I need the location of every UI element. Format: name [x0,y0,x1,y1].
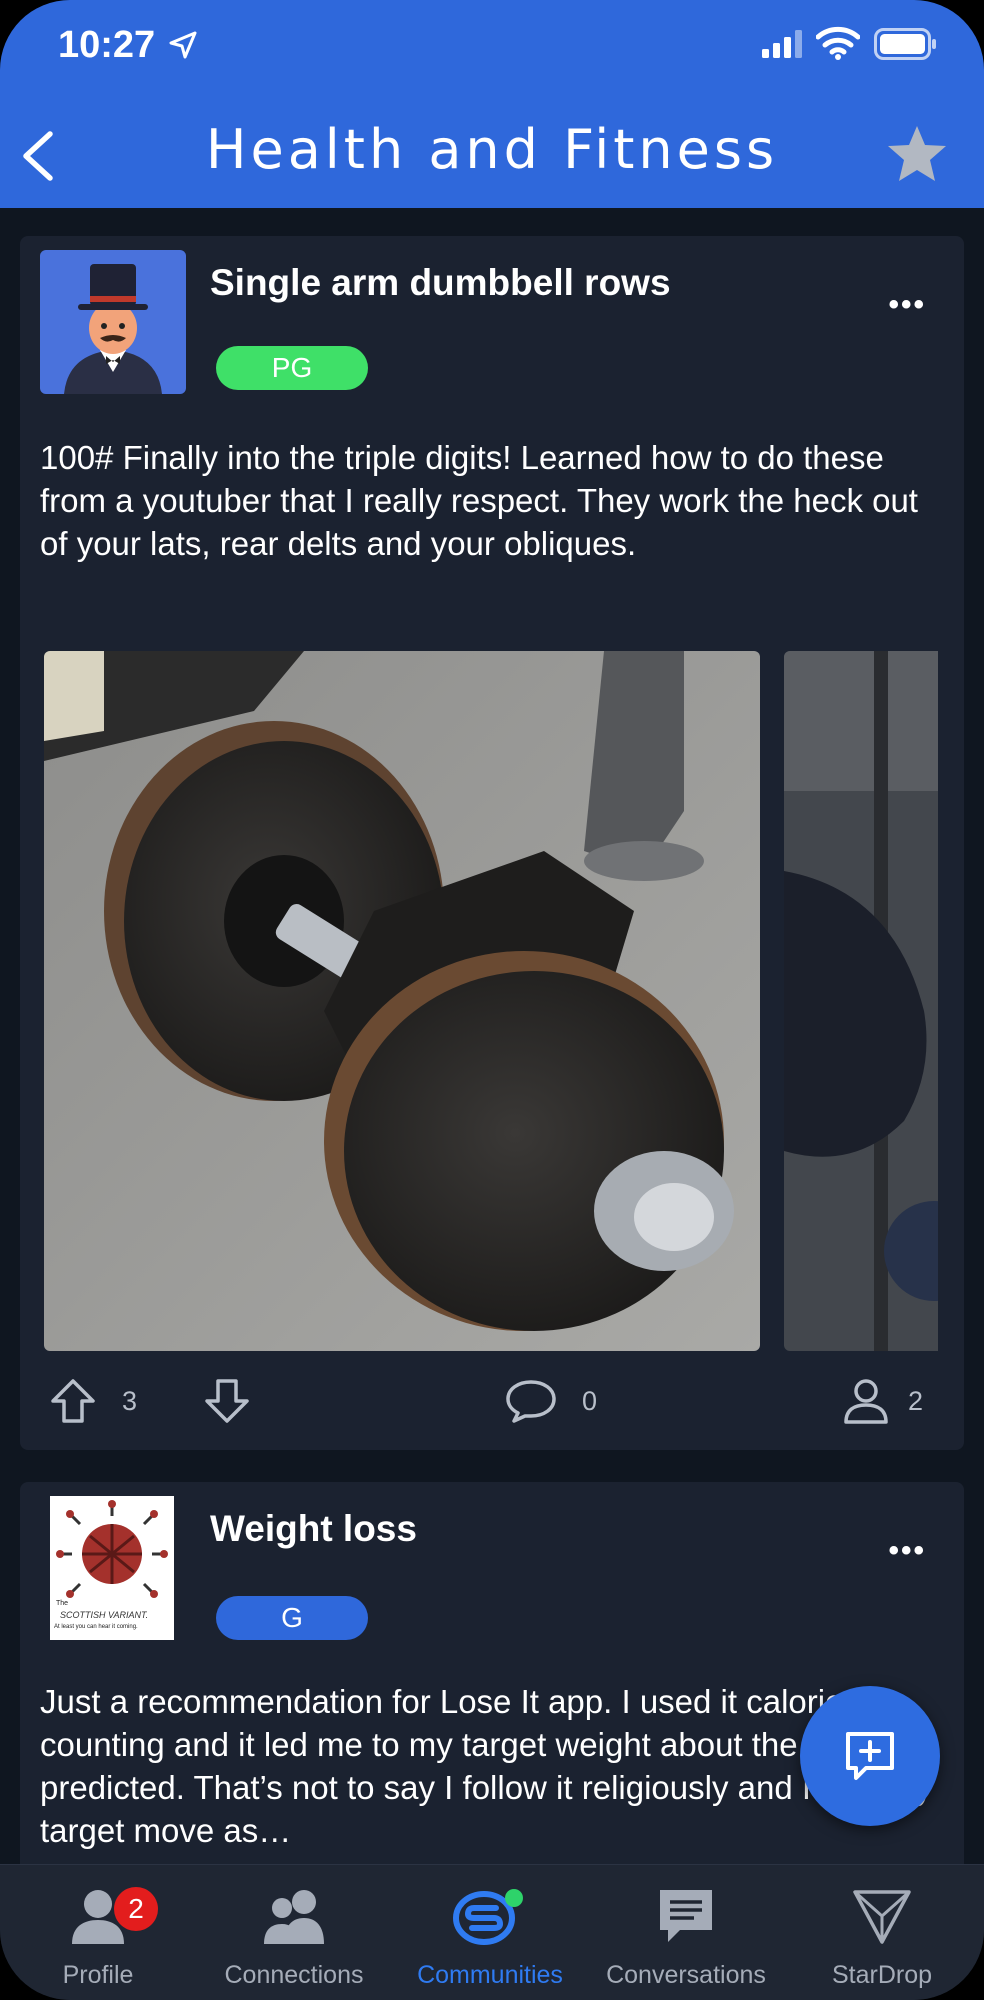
post-image-dumbbell[interactable] [44,651,760,1351]
profile-notification-badge: 2 [114,1887,158,1931]
nav-communities-label: Communities [417,1961,563,1989]
stardrop-icon [853,1890,911,1944]
author-avatar[interactable] [40,250,186,394]
nav-conversations[interactable]: Conversations [588,1883,784,1990]
upvote-arrow-icon[interactable] [50,1378,96,1424]
add-message-icon [846,1732,894,1780]
app-screen: 10:27 Health and Fitness Single arm dumb… [0,0,984,2000]
author-avatar[interactable]: The SCOTTISH VARIANT. At least you can h… [50,1496,174,1640]
new-post-button[interactable] [800,1686,940,1826]
downvote-group [204,1378,250,1424]
participant-count: 2 [908,1385,924,1416]
avatar-caption-line-2: SCOTTISH VARIANT. [60,1610,149,1620]
conversations-icon [660,1890,712,1942]
upvote-count: 3 [122,1385,138,1416]
nav-conversations-label: Conversations [606,1961,766,1989]
nav-stardrop[interactable]: StarDrop [784,1883,980,1990]
post-card[interactable]: Single arm dumbbell rows ••• PG 100# Fin… [20,236,964,1450]
nav-communities[interactable]: Communities [392,1883,588,1990]
connections-icon [264,1890,324,1944]
bottom-nav: 2 Profile Connections Communities Conver… [0,1864,984,2000]
comment-group: 0 [504,1378,597,1424]
header: 10:27 Health and Fitness [0,0,984,208]
status-bar: 10:27 [0,0,984,95]
post-actions: 3 0 2 [20,1372,964,1432]
page-title: Health and Fitness [205,118,779,181]
post-image-secondary[interactable] [784,651,938,1351]
content-rating-badge: G [216,1596,368,1640]
nav-connections[interactable]: Connections [196,1883,392,1990]
avatar-caption-line-3: At least you can hear it coming. [54,1624,138,1630]
post-image-carousel[interactable] [44,651,938,1351]
location-arrow-icon [169,31,197,59]
cellular-signal-icon [762,30,802,58]
post-body[interactable]: 100# Finally into the triple digits! Lea… [40,436,940,565]
content-rating-badge: PG [216,346,368,390]
comment-count: 0 [582,1385,598,1416]
avatar-caption-line-1: The [56,1600,69,1607]
downvote-arrow-icon[interactable] [204,1378,250,1424]
communities-icon [453,1889,523,1945]
post-title[interactable]: Weight loss [210,1508,417,1550]
post-feed[interactable]: Single arm dumbbell rows ••• PG 100# Fin… [0,208,984,1864]
more-options-icon[interactable]: ••• [888,288,926,322]
favorite-star-icon[interactable] [886,124,948,184]
participants-person-icon[interactable] [842,1378,890,1424]
nav-profile-label: Profile [62,1961,134,1989]
wifi-icon [816,26,860,60]
battery-icon [874,28,936,60]
post-title[interactable]: Single arm dumbbell rows [210,262,671,304]
nav-profile[interactable]: 2 Profile [0,1883,196,1990]
comment-bubble-icon[interactable] [504,1378,558,1424]
nav-stardrop-label: StarDrop [831,1961,933,1989]
participants-group: 2 [842,1378,923,1424]
upvote-group: 3 [50,1378,137,1424]
more-options-icon[interactable]: ••• [888,1534,926,1568]
nav-connections-label: Connections [224,1961,364,1989]
status-time: 10:27 [58,24,156,66]
